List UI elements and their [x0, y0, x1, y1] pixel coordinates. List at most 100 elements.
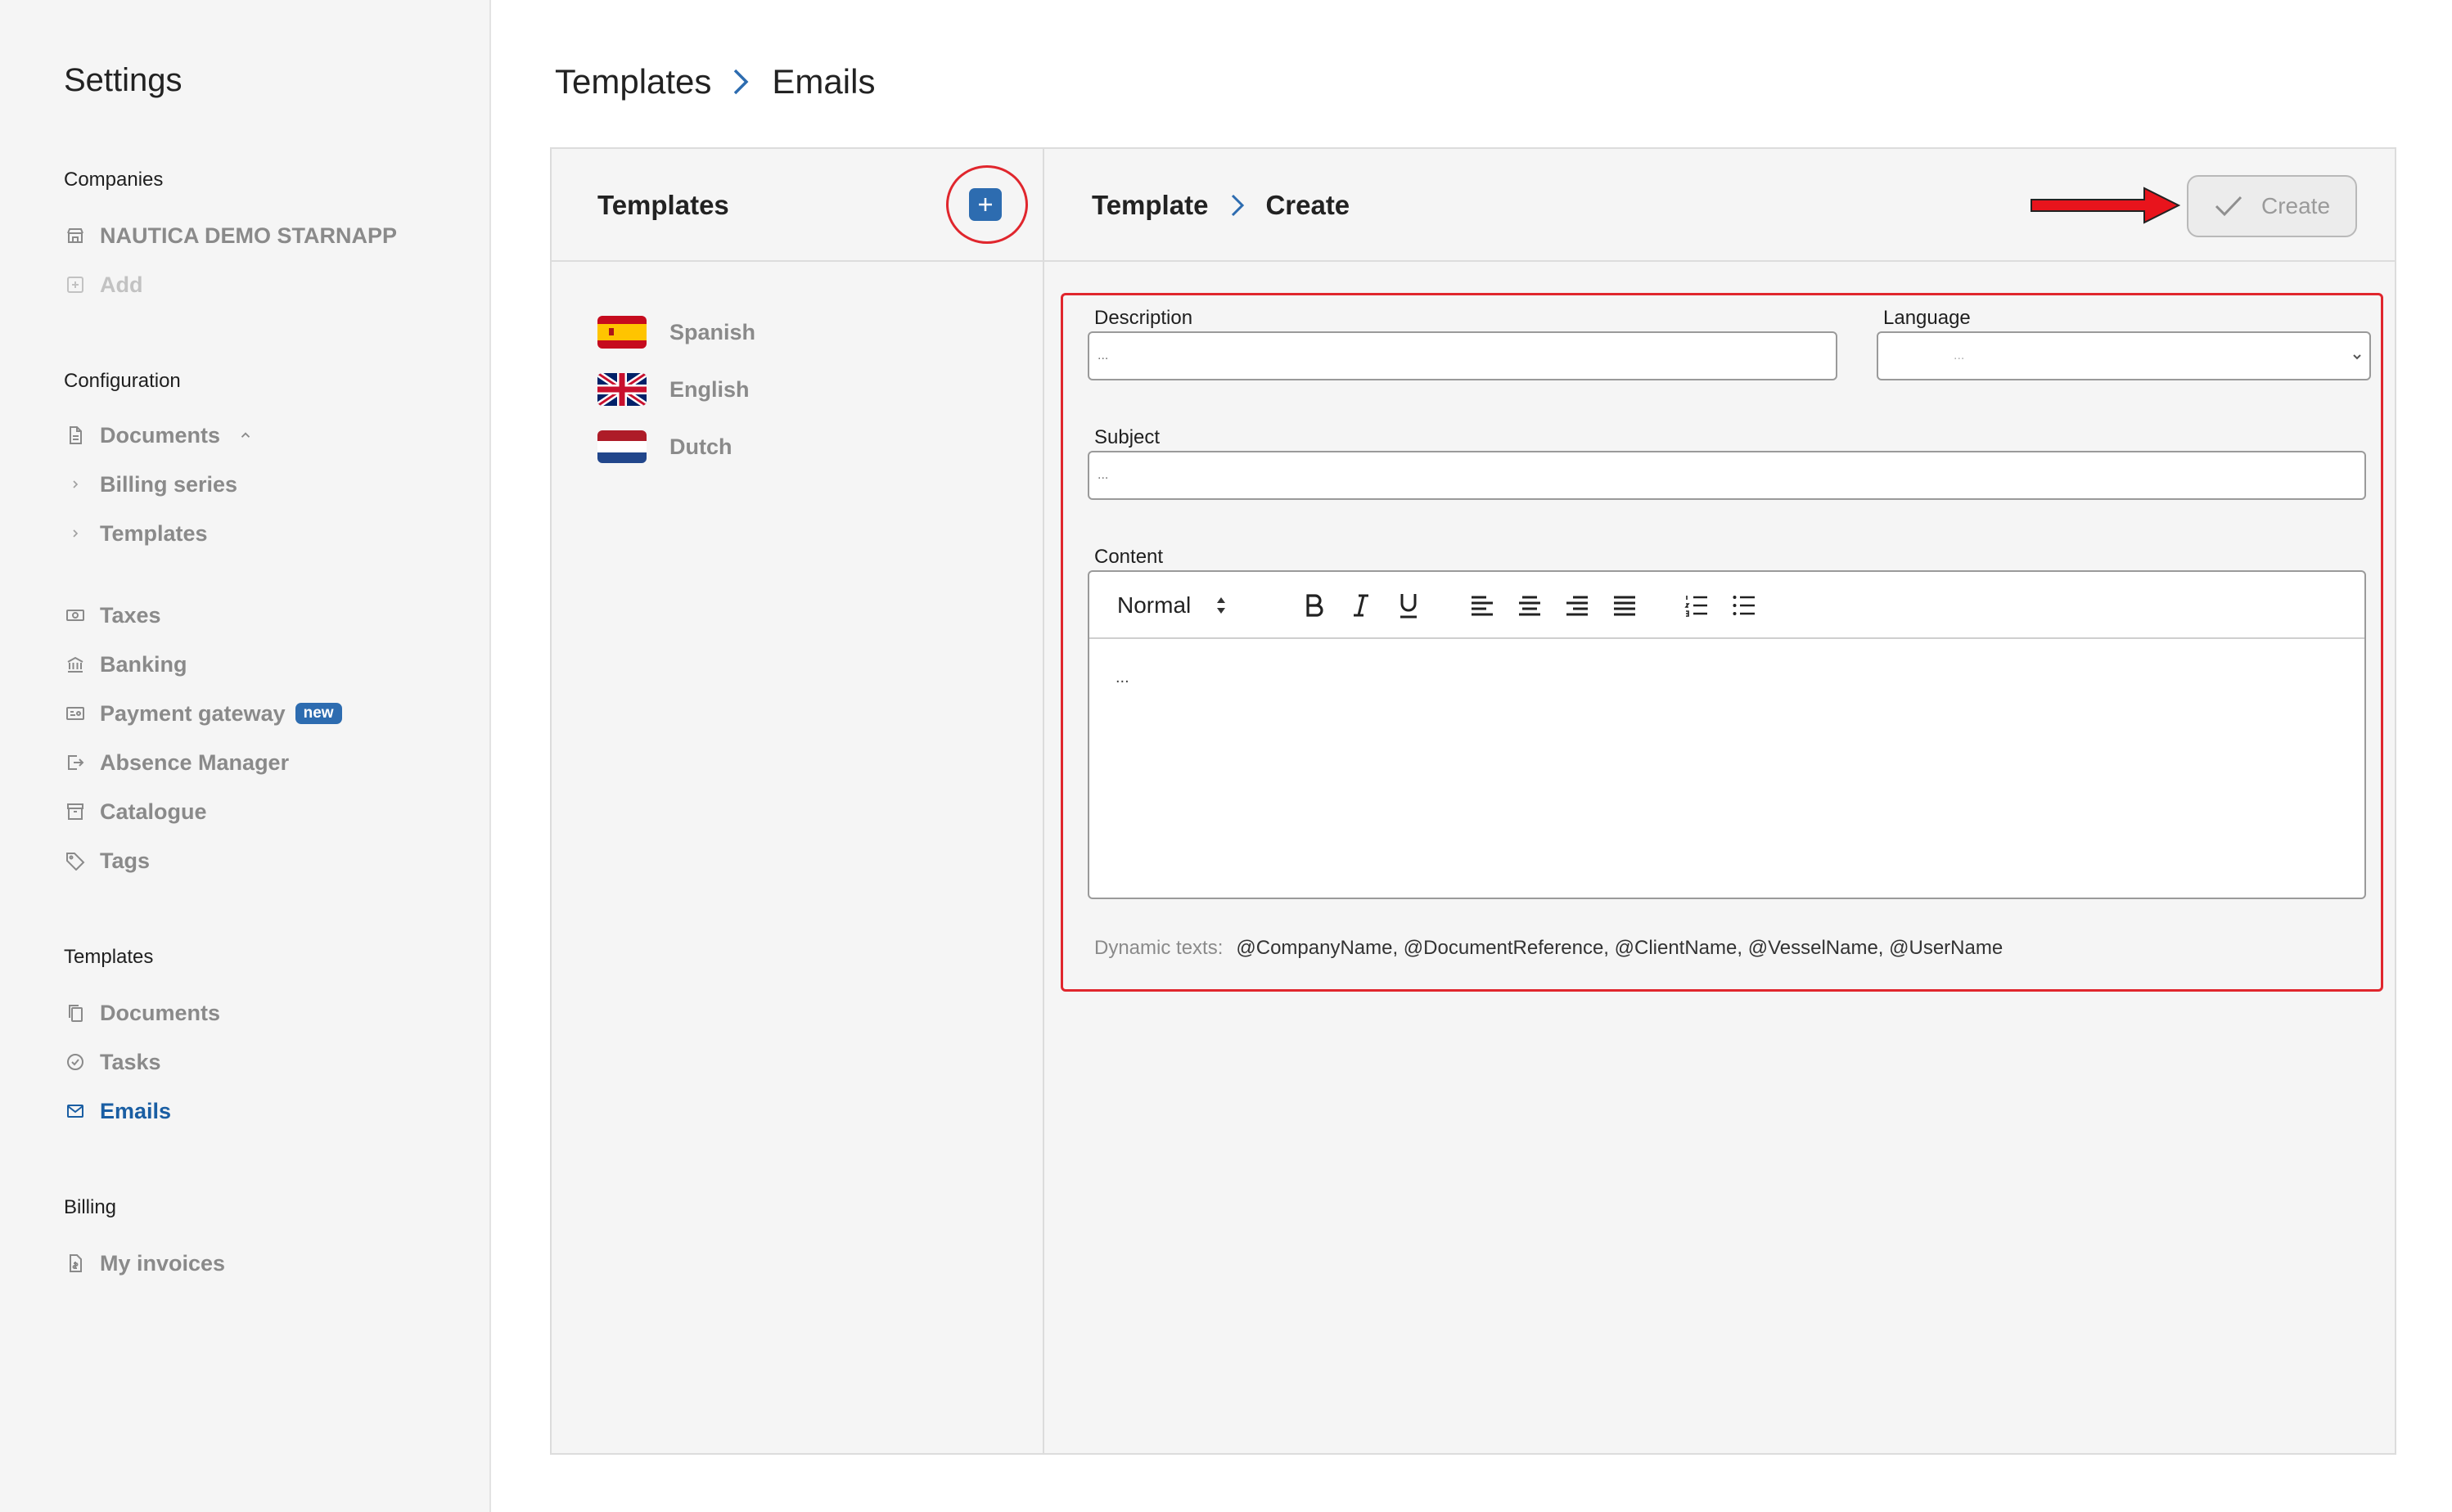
align-left-icon[interactable] — [1469, 592, 1495, 619]
align-center-icon[interactable] — [1517, 592, 1543, 619]
sidebar-title: Settings — [64, 62, 183, 98]
add-square-icon — [64, 273, 87, 296]
check-circle-icon — [64, 1051, 87, 1073]
sidebar-item-label: Catalogue — [100, 799, 207, 824]
sidebar-item-label: NAUTICA DEMO STARNAPP — [100, 223, 397, 248]
align-right-icon[interactable] — [1564, 592, 1590, 619]
content-label: Content — [1094, 546, 1164, 568]
sidebar-item-billing-series[interactable]: Billing series — [64, 468, 237, 501]
tag-icon — [64, 849, 87, 872]
format-select[interactable]: Normal — [1117, 592, 1227, 619]
sidebar-item-add-company[interactable]: Add — [64, 268, 142, 301]
sidebar-item-label: Taxes — [100, 602, 161, 628]
sidebar-item-documents-templates[interactable]: Documents — [64, 997, 220, 1029]
invoice-icon — [64, 1252, 87, 1275]
sidebar-item-label: Add — [100, 272, 143, 297]
chevron-right-icon — [64, 473, 87, 496]
sidebar-item-absence-manager[interactable]: Absence Manager — [64, 746, 289, 779]
language-select-value: ... — [1954, 349, 1965, 362]
sidebar-item-label: Documents — [100, 1000, 221, 1025]
chevron-right-icon — [731, 67, 750, 97]
money-icon — [64, 604, 87, 627]
content-editor-body[interactable]: ... — [1116, 668, 1129, 687]
dynamic-texts-label: Dynamic texts: — [1094, 937, 1224, 959]
template-form: Description Language ... Subject Content… — [1061, 293, 2383, 992]
sidebar-item-banking[interactable]: Banking — [64, 648, 187, 681]
sidebar-item-label: Absence Manager — [100, 749, 290, 775]
page-breadcrumb: Templates Emails — [555, 62, 875, 101]
sidebar-item-tags[interactable]: Tags — [64, 844, 150, 877]
align-justify-icon[interactable] — [1611, 592, 1638, 619]
section-label-configuration: Configuration — [64, 370, 181, 392]
form-breadcrumb: Template Create — [1092, 190, 1350, 221]
sidebar-item-my-invoices[interactable]: My invoices — [64, 1247, 225, 1280]
language-item-english[interactable]: English — [597, 371, 750, 407]
chevron-right-icon — [1229, 192, 1246, 218]
sidebar-item-emails[interactable]: Emails — [64, 1095, 171, 1127]
sidebar-item-payment-gateway[interactable]: Payment gateway new — [64, 697, 342, 730]
language-select[interactable]: ... — [1877, 331, 2371, 380]
sidebar-item-label: Billing series — [100, 471, 238, 497]
panel-divider — [1043, 149, 1044, 1453]
sidebar-item-label: Emails — [100, 1098, 172, 1123]
sidebar-item-templates-config[interactable]: Templates — [64, 517, 208, 550]
dynamic-texts-values: @CompanyName, @DocumentReference, @Clien… — [1236, 937, 2004, 959]
format-select-value: Normal — [1117, 592, 1192, 618]
subject-input[interactable] — [1088, 451, 2366, 500]
templates-panel: Templates Spanish English Dutch Template… — [550, 147, 2396, 1455]
new-badge: new — [295, 703, 342, 724]
italic-icon[interactable] — [1348, 592, 1374, 619]
sidebar-item-label: Tasks — [100, 1049, 161, 1074]
bullet-list-icon[interactable] — [1731, 592, 1757, 619]
chevron-down-icon — [2353, 354, 2361, 360]
language-label: Dutch — [669, 434, 732, 459]
archive-icon — [64, 800, 87, 823]
uk-flag-icon — [597, 373, 647, 406]
store-icon — [64, 224, 87, 247]
sort-arrows-icon — [1217, 597, 1226, 614]
sidebar-item-label: Documents — [100, 422, 221, 448]
sidebar-item-catalogue[interactable]: Catalogue — [64, 795, 207, 828]
subject-label: Subject — [1094, 426, 1161, 448]
check-icon — [2215, 196, 2242, 217]
sidebar-item-documents-config[interactable]: Documents — [64, 419, 253, 452]
dynamic-texts: Dynamic texts: @CompanyName, @DocumentRe… — [1094, 937, 2003, 960]
language-item-spanish[interactable]: Spanish — [597, 314, 755, 350]
document-icon — [64, 424, 87, 447]
form-breadcrumb-current: Create — [1265, 190, 1350, 220]
bold-icon[interactable] — [1300, 592, 1327, 619]
language-label: Language — [1883, 307, 1971, 329]
sidebar-item-tasks[interactable]: Tasks — [64, 1046, 161, 1078]
language-label: English — [669, 376, 750, 402]
ordered-list-icon[interactable] — [1683, 592, 1710, 619]
create-button-label: Create — [2260, 193, 2331, 218]
sidebar-item-label: Payment gateway — [100, 700, 286, 726]
content-editor: Normal ... — [1088, 570, 2366, 899]
sidebar-item-label: Tags — [100, 848, 151, 873]
underline-icon[interactable] — [1395, 592, 1422, 619]
templates-list-title: Templates — [597, 190, 729, 220]
netherlands-flag-icon — [597, 430, 647, 463]
settings-sidebar: Settings Companies NAUTICA DEMO STARNAPP… — [0, 0, 491, 1512]
editor-toolbar: Normal — [1089, 572, 2364, 639]
sidebar-item-label: Banking — [100, 651, 187, 677]
breadcrumb-current: Emails — [772, 62, 876, 101]
exit-icon — [64, 751, 87, 774]
form-breadcrumb-parent[interactable]: Template — [1092, 190, 1208, 221]
plus-icon — [979, 198, 992, 211]
bank-icon — [64, 653, 87, 676]
add-template-button[interactable] — [969, 188, 1002, 221]
description-label: Description — [1094, 307, 1193, 329]
description-input[interactable] — [1088, 331, 1837, 380]
language-label: Spanish — [669, 319, 756, 344]
copy-icon — [64, 1001, 87, 1024]
language-item-dutch[interactable]: Dutch — [597, 429, 732, 465]
section-label-billing: Billing — [64, 1196, 117, 1218]
create-button[interactable]: Create — [2187, 175, 2357, 237]
mail-icon — [64, 1100, 87, 1123]
sidebar-item-company[interactable]: NAUTICA DEMO STARNAPP — [64, 219, 397, 252]
chevron-up-icon[interactable] — [238, 428, 253, 443]
breadcrumb-parent[interactable]: Templates — [555, 62, 711, 101]
sidebar-item-taxes[interactable]: Taxes — [64, 599, 161, 632]
chevron-right-icon — [64, 522, 87, 545]
